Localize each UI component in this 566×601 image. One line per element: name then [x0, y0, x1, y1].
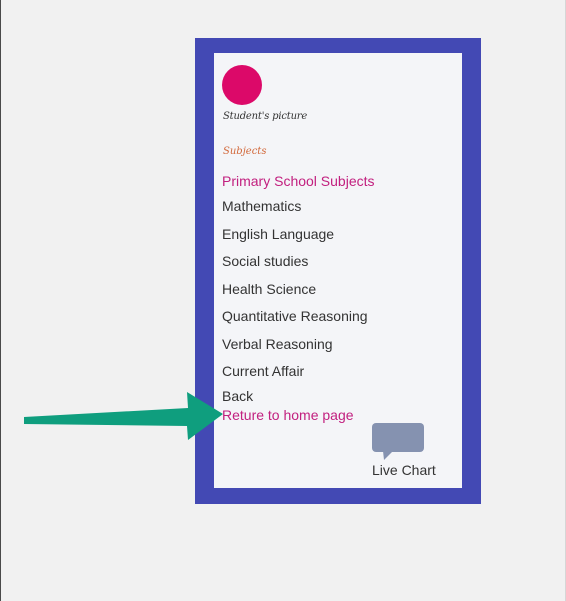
- subject-item-mathematics[interactable]: Mathematics: [222, 198, 368, 226]
- subject-item-health-science[interactable]: Health Science: [222, 281, 368, 309]
- avatar-caption: Student's picture: [223, 111, 308, 122]
- subject-item-social-studies[interactable]: Social studies: [222, 253, 368, 281]
- chat-bubble-icon: [372, 423, 424, 460]
- subject-item-current-affair[interactable]: Current Affair: [222, 363, 368, 391]
- subject-item-english-language[interactable]: English Language: [222, 226, 368, 254]
- avatar: [222, 65, 262, 105]
- live-chat-button[interactable]: Live Chart: [370, 423, 436, 481]
- back-link[interactable]: Back: [222, 388, 253, 404]
- home-link[interactable]: Reture to home page: [222, 407, 354, 423]
- subject-item-quantitative-reasoning[interactable]: Quantitative Reasoning: [222, 308, 368, 336]
- subject-item-verbal-reasoning[interactable]: Verbal Reasoning: [222, 336, 368, 364]
- subject-list: Mathematics English Language Social stud…: [222, 198, 368, 391]
- subjects-label: Subjects: [223, 146, 267, 157]
- sidebar-panel: Student's picture Subjects Primary Schoo…: [195, 38, 481, 504]
- live-chat-label: Live Chart: [372, 462, 436, 478]
- left-edge: [0, 0, 1, 601]
- section-heading: Primary School Subjects: [222, 173, 375, 189]
- sidebar-content: Student's picture Subjects Primary Schoo…: [214, 53, 462, 488]
